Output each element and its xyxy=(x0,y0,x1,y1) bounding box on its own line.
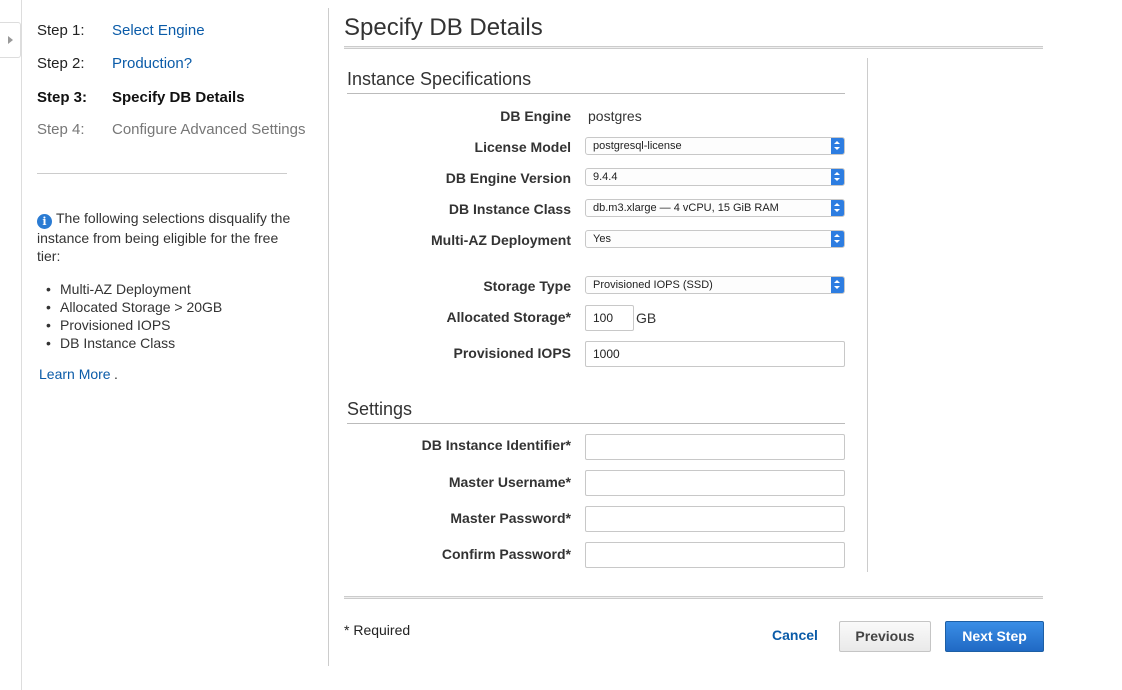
chevron-right-icon xyxy=(8,36,13,44)
license-model-value: postgresql-license xyxy=(593,140,682,152)
instance-specifications-heading: Instance Specifications xyxy=(347,69,532,89)
provisioned-iops-label: Provisioned IOPS xyxy=(453,345,571,361)
license-model-select[interactable]: postgresql-license xyxy=(585,137,845,155)
engine-version-label: DB Engine Version xyxy=(445,170,571,186)
step-3-number: Step 3: xyxy=(37,89,88,106)
instance-identifier-input[interactable] xyxy=(585,434,845,460)
instance-class-value: db.m3.xlarge — 4 vCPU, 15 GiB RAM xyxy=(593,202,779,214)
license-model-label: License Model xyxy=(474,139,571,155)
master-password-label: Master Password* xyxy=(450,510,571,526)
required-note: * Required xyxy=(344,622,411,638)
provisioned-iops-input[interactable]: 1000 xyxy=(585,341,845,367)
select-arrows-icon xyxy=(831,200,844,216)
step-4-number: Step 4: xyxy=(37,121,85,138)
previous-button[interactable]: Previous xyxy=(839,621,931,652)
instance-class-select[interactable]: db.m3.xlarge — 4 vCPU, 15 GiB RAM xyxy=(585,199,845,217)
engine-version-select[interactable]: 9.4.4 xyxy=(585,168,845,186)
form-right-divider xyxy=(867,58,868,572)
list-item: Allocated Storage > 20GB xyxy=(46,298,222,316)
instance-class-label: DB Instance Class xyxy=(448,201,571,217)
cancel-button[interactable]: Cancel xyxy=(772,627,818,643)
expand-sidebar-button[interactable] xyxy=(0,22,21,58)
master-password-input[interactable] xyxy=(585,506,845,532)
free-tier-info-text: The following selections disqualify the … xyxy=(37,210,291,264)
step-4-label: Configure Advanced Settings xyxy=(112,121,306,138)
footer-divider xyxy=(344,596,1043,599)
title-divider xyxy=(344,46,1043,49)
step-3-current-label: Specify DB Details xyxy=(112,89,245,106)
step-1-select-engine-link[interactable]: Select Engine xyxy=(112,22,205,39)
multi-az-value: Yes xyxy=(593,233,611,245)
storage-type-label: Storage Type xyxy=(483,278,571,294)
disqualify-reasons-list: Multi-AZ Deployment Allocated Storage > … xyxy=(46,280,222,352)
steps-divider xyxy=(37,173,287,174)
instance-identifier-label: DB Instance Identifier* xyxy=(421,437,571,453)
storage-unit-label: GB xyxy=(636,310,657,326)
allocated-storage-label: Allocated Storage* xyxy=(446,309,571,325)
select-arrows-icon xyxy=(831,138,844,154)
master-username-input[interactable] xyxy=(585,470,845,496)
free-tier-info: i The following selections disqualify the… xyxy=(37,209,292,265)
step-1-number: Step 1: xyxy=(37,22,85,39)
confirm-password-label: Confirm Password* xyxy=(441,546,571,562)
info-icon: i xyxy=(37,214,52,229)
step-2-number: Step 2: xyxy=(37,55,85,72)
storage-type-value: Provisioned IOPS (SSD) xyxy=(593,279,713,291)
learn-more-suffix: . xyxy=(114,366,118,382)
list-item: Multi-AZ Deployment xyxy=(46,280,222,298)
engine-version-value: 9.4.4 xyxy=(593,171,618,183)
storage-type-select[interactable]: Provisioned IOPS (SSD) xyxy=(585,276,845,294)
learn-more-link[interactable]: Learn More xyxy=(39,366,111,382)
side-panel-strip xyxy=(0,0,22,690)
allocated-storage-input[interactable]: 100 xyxy=(585,305,634,331)
list-item: Provisioned IOPS xyxy=(46,316,222,334)
master-username-label: Master Username* xyxy=(448,474,571,490)
list-item: DB Instance Class xyxy=(46,334,222,352)
section-divider xyxy=(347,93,845,94)
db-engine-label: DB Engine xyxy=(500,108,571,124)
db-engine-value: postgres xyxy=(588,108,642,124)
section-divider xyxy=(347,423,845,424)
select-arrows-icon xyxy=(831,231,844,247)
select-arrows-icon xyxy=(831,169,844,185)
multi-az-label: Multi-AZ Deployment xyxy=(431,232,571,248)
settings-heading: Settings xyxy=(347,399,413,419)
next-step-button[interactable]: Next Step xyxy=(945,621,1044,652)
page-title: Specify DB Details xyxy=(344,14,543,41)
select-arrows-icon xyxy=(831,277,844,293)
column-divider xyxy=(328,8,329,666)
step-2-production-link[interactable]: Production? xyxy=(112,55,192,72)
multi-az-select[interactable]: Yes xyxy=(585,230,845,248)
confirm-password-input[interactable] xyxy=(585,542,845,568)
